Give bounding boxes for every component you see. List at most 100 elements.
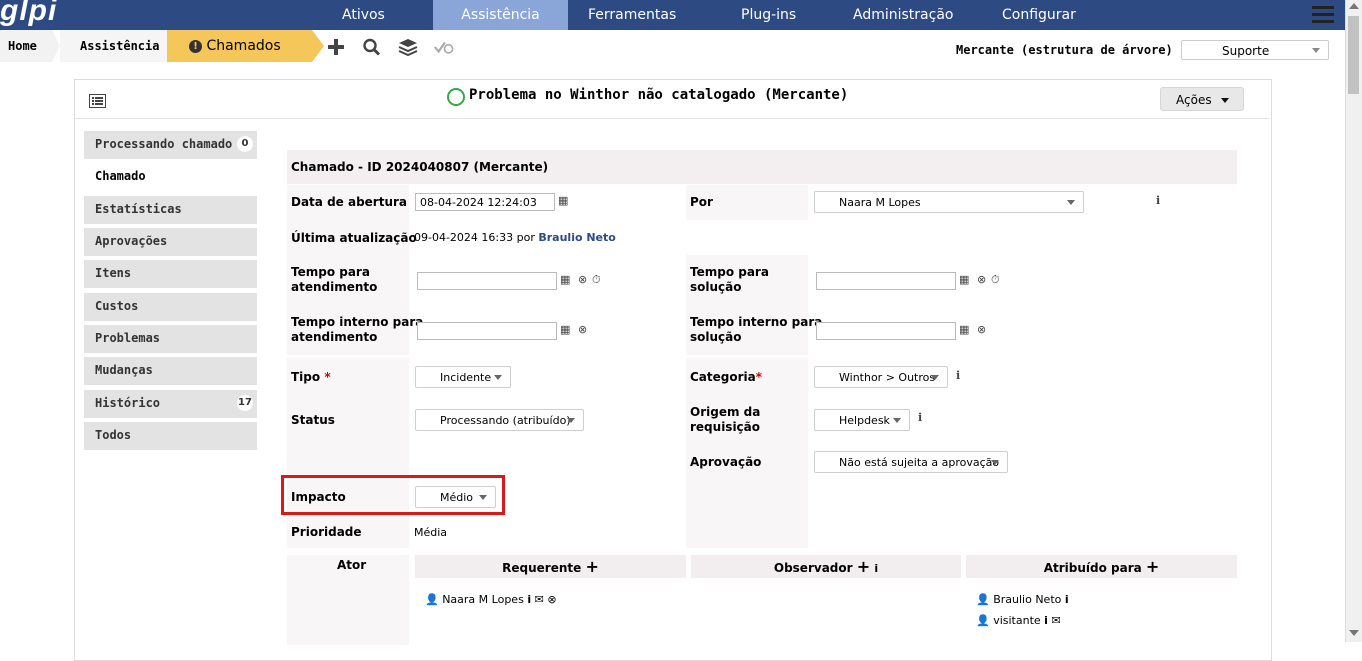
required-marker: *	[755, 370, 763, 384]
layers-icon[interactable]	[398, 38, 418, 56]
breadcrumb-assistencia[interactable]: Assistência	[60, 30, 170, 62]
tab-todos[interactable]: Todos	[84, 422, 257, 450]
breadcrumb-chamados[interactable]: ! Chamados	[167, 30, 312, 62]
clear-icon[interactable]: ⊗	[578, 273, 587, 286]
info-icon[interactable]: i	[874, 562, 878, 575]
menu-icon[interactable]	[1312, 6, 1334, 24]
info-icon[interactable]: i	[956, 369, 960, 382]
chevron-down-icon	[931, 375, 939, 380]
tta-input[interactable]	[417, 272, 557, 290]
calendar-icon[interactable]: ▦	[560, 323, 570, 336]
chevron-down-icon	[494, 375, 502, 380]
itta-input[interactable]	[417, 322, 557, 340]
tab-label: Processando chamado	[95, 137, 233, 151]
open-date-input[interactable]: 08-04-2024 12:24:03	[415, 193, 555, 211]
observer-title: Observador	[773, 561, 853, 575]
tab-problemas[interactable]: Problemas	[84, 325, 257, 353]
count-badge: 0	[237, 136, 253, 152]
approval-label: Aprovação	[690, 455, 762, 469]
add-icon[interactable]	[326, 38, 346, 56]
mail-icon[interactable]: ✉	[535, 593, 544, 606]
type-label-text: Tipo	[291, 370, 321, 384]
requester-user-name[interactable]: Naara M Lopes	[442, 593, 524, 606]
nav-configurar[interactable]: Configurar	[1002, 0, 1076, 30]
tab-custos[interactable]: Custos	[84, 293, 257, 321]
nav-assistencia[interactable]: Assistência	[433, 0, 568, 30]
clear-icon[interactable]: ⊗	[578, 323, 587, 336]
approval-select[interactable]: Não está sujeita a aprovação	[814, 451, 1008, 473]
assigned-user: 👤 visitante i ✉	[976, 614, 1061, 627]
tab-label: Histórico	[95, 396, 161, 410]
ticket-title: Problema no Winthor não catalogado (Merc…	[469, 87, 849, 103]
last-update-user-link[interactable]: Braulio Neto	[538, 231, 615, 244]
origin-label-line2: requisição	[690, 420, 761, 434]
nav-administracao[interactable]: Administração	[853, 0, 953, 30]
search-icon[interactable]	[362, 38, 382, 56]
calendar-icon[interactable]: ▦	[959, 323, 969, 336]
info-icon[interactable]: i	[918, 411, 922, 424]
label-column-left	[287, 358, 409, 548]
observer-header: Observador + i	[691, 555, 961, 578]
scroll-up-icon[interactable]	[1349, 3, 1359, 9]
tab-itens[interactable]: Itens	[84, 260, 257, 288]
info-icon[interactable]: i	[1065, 593, 1069, 606]
actions-label: Ações	[1176, 93, 1212, 107]
nav-plugins[interactable]: Plug-ins	[741, 0, 796, 30]
type-select[interactable]: Incidente	[415, 366, 511, 388]
breadcrumb-separator	[312, 30, 324, 62]
tab-label: Aprovações	[95, 234, 168, 248]
scroll-down-icon[interactable]	[1349, 630, 1359, 636]
entity-label[interactable]: Mercante (estrutura de árvore)	[956, 43, 1173, 57]
category-select[interactable]: Winthor > Outros	[814, 366, 948, 388]
alarm-icon[interactable]: ⏱	[991, 273, 1000, 287]
mail-icon[interactable]: ✉	[1051, 614, 1060, 627]
info-icon[interactable]: i	[527, 593, 531, 606]
vertical-scrollbar[interactable]	[1345, 0, 1362, 642]
tab-aprovacoes[interactable]: Aprovações	[84, 228, 257, 256]
scrollbar-thumb[interactable]	[1348, 16, 1359, 94]
add-observer-icon[interactable]: +	[857, 557, 870, 576]
select-value: Processando (atribuído)	[440, 414, 571, 427]
type-label: Tipo *	[291, 370, 331, 384]
user-icon: 👤	[976, 614, 990, 627]
select-value: Helpdesk	[839, 414, 890, 427]
check-clock-icon[interactable]	[434, 38, 454, 56]
tab-processando-chamado[interactable]: Processando chamado 0	[84, 131, 257, 159]
tab-mudancas[interactable]: Mudanças	[84, 357, 257, 385]
status-select[interactable]: Processando (atribuído)	[415, 409, 584, 431]
assigned-user-name[interactable]: Braulio Neto	[993, 593, 1061, 606]
profile-select[interactable]: Suporte	[1181, 40, 1329, 60]
requester-select[interactable]: Naara M Lopes	[814, 191, 1084, 213]
origin-select[interactable]: Helpdesk	[814, 409, 910, 431]
add-requester-icon[interactable]: +	[585, 557, 598, 576]
actions-button[interactable]: Ações	[1160, 87, 1244, 111]
info-icon[interactable]: i	[1156, 194, 1160, 207]
calendar-icon[interactable]: ▦	[560, 273, 570, 286]
ttr-label-line1: Tempo para	[690, 265, 769, 279]
ittr-input[interactable]	[816, 322, 956, 340]
alarm-icon[interactable]: ⏱	[592, 273, 601, 287]
profile-select-value: Suporte	[1222, 44, 1270, 58]
tab-estatisticas[interactable]: Estatísticas	[84, 196, 257, 224]
nav-ferramentas[interactable]: Ferramentas	[588, 0, 676, 30]
info-icon[interactable]: i	[1044, 614, 1048, 627]
ttr-input[interactable]	[816, 272, 956, 290]
breadcrumb-home[interactable]: Home	[0, 30, 52, 62]
calendar-icon[interactable]: ▦	[959, 273, 969, 286]
list-icon[interactable]	[89, 94, 106, 108]
assigned-user-name[interactable]: visitante	[993, 614, 1040, 627]
nav-ativos[interactable]: Ativos	[342, 0, 385, 30]
calendar-icon[interactable]: ▦	[558, 194, 568, 207]
tab-historico[interactable]: Histórico 17	[84, 390, 257, 418]
user-icon: 👤	[976, 593, 990, 606]
clear-icon[interactable]: ⊗	[977, 323, 986, 336]
add-assigned-icon[interactable]: +	[1146, 557, 1159, 576]
chevron-down-icon	[567, 418, 575, 423]
clear-icon[interactable]: ⊗	[977, 273, 986, 286]
remove-icon[interactable]: ⊗	[547, 593, 556, 606]
ittr-label-line1: Tempo interno para	[690, 315, 823, 329]
tab-chamado[interactable]: Chamado	[84, 163, 257, 191]
glpi-logo[interactable]: glpi	[0, 0, 57, 28]
chevron-down-icon	[991, 460, 999, 465]
requester-title: Requerente	[502, 561, 582, 575]
